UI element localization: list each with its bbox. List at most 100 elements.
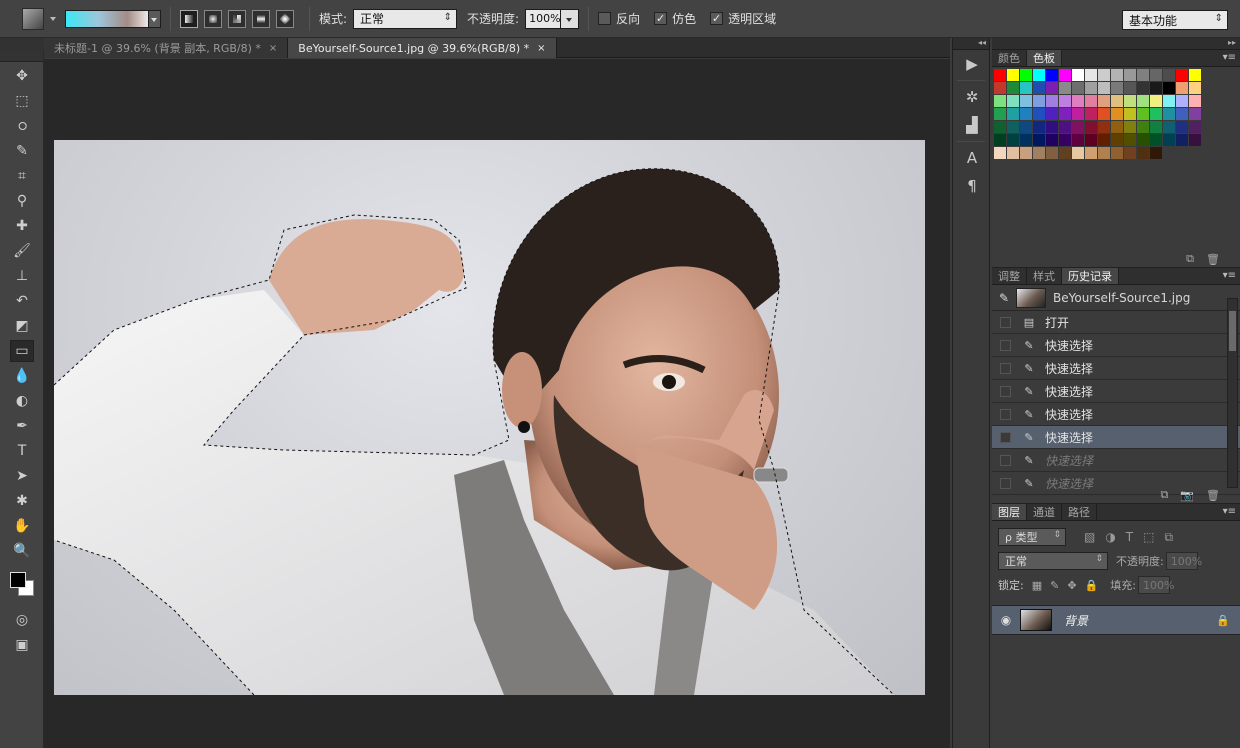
collapse-arrows-icon[interactable]: ◂◂ bbox=[953, 38, 989, 50]
dither-checkbox[interactable]: ✓ 仿色 bbox=[654, 10, 696, 27]
swatch[interactable] bbox=[1111, 121, 1123, 133]
swatch[interactable] bbox=[1033, 95, 1045, 107]
swatch[interactable] bbox=[1163, 95, 1175, 107]
tab-untitled-1[interactable]: 未标题-1 @ 39.6% (背景 副本, RGB/8) * × bbox=[44, 38, 289, 58]
history-source-checkbox[interactable] bbox=[1000, 408, 1011, 420]
tools-panel-header[interactable] bbox=[0, 50, 43, 62]
swatch[interactable] bbox=[994, 121, 1006, 133]
swatch[interactable] bbox=[1046, 82, 1058, 94]
history-source-checkbox[interactable] bbox=[1000, 431, 1011, 443]
swatch[interactable] bbox=[1072, 134, 1084, 146]
brush-tool-icon[interactable]: 🖌 bbox=[10, 240, 34, 262]
swatch[interactable] bbox=[1098, 82, 1110, 94]
reverse-checkbox[interactable]: 反向 bbox=[598, 10, 640, 27]
swatch[interactable] bbox=[1007, 134, 1019, 146]
swatch[interactable] bbox=[1176, 134, 1188, 146]
swatch[interactable] bbox=[1059, 121, 1071, 133]
scrollbar-thumb[interactable] bbox=[1229, 311, 1236, 351]
brush-presets-icon[interactable]: ✲ bbox=[953, 83, 991, 111]
swatch[interactable] bbox=[1033, 108, 1045, 120]
swatch[interactable] bbox=[1020, 82, 1032, 94]
hand-tool-icon[interactable]: ✋ bbox=[10, 515, 34, 537]
eraser-tool-icon[interactable]: ◩ bbox=[10, 315, 34, 337]
swatch[interactable] bbox=[1020, 108, 1032, 120]
history-state-row[interactable]: ✎ 快速选择 bbox=[992, 403, 1240, 426]
pen-tool-icon[interactable]: ✒ bbox=[10, 415, 34, 437]
swatch[interactable] bbox=[1163, 108, 1175, 120]
swatch[interactable] bbox=[1111, 82, 1123, 94]
quick-mask-icon[interactable]: ◎ bbox=[10, 609, 34, 631]
swatch[interactable] bbox=[1137, 95, 1149, 107]
swatch[interactable] bbox=[1189, 82, 1201, 94]
swatch[interactable] bbox=[1007, 95, 1019, 107]
marquee-tool-icon[interactable]: ⬚ bbox=[10, 90, 34, 112]
swatch[interactable] bbox=[1085, 147, 1097, 159]
layer-filter-select[interactable]: ρ 类型 bbox=[998, 528, 1066, 546]
reflected-gradient-button[interactable] bbox=[252, 9, 270, 28]
swatch[interactable] bbox=[1059, 147, 1071, 159]
swatch[interactable] bbox=[1150, 108, 1162, 120]
history-source-checkbox[interactable] bbox=[1000, 385, 1011, 397]
path-selection-tool-icon[interactable]: ➤ bbox=[10, 465, 34, 487]
layer-background[interactable]: ◉ 背景 🔒 bbox=[992, 605, 1240, 635]
tab-channels[interactable]: 通道 bbox=[1027, 504, 1062, 520]
swatch[interactable] bbox=[1137, 121, 1149, 133]
swatch[interactable] bbox=[1150, 147, 1162, 159]
swatch[interactable] bbox=[1033, 121, 1045, 133]
trash-icon[interactable]: 🗑 bbox=[1206, 489, 1220, 502]
mode-select[interactable]: 正常 bbox=[353, 8, 458, 29]
swatch[interactable] bbox=[1046, 134, 1058, 146]
swatch[interactable] bbox=[1098, 134, 1110, 146]
swatch[interactable] bbox=[1033, 134, 1045, 146]
history-state-row[interactable]: ✎ 快速选择 bbox=[992, 334, 1240, 357]
clone-stamp-tool-icon[interactable]: ⊥ bbox=[10, 265, 34, 287]
history-source-checkbox[interactable] bbox=[1000, 339, 1011, 351]
swatch[interactable] bbox=[1163, 134, 1175, 146]
transparency-checkbox[interactable]: ✓ 透明区域 bbox=[710, 10, 776, 27]
swatch[interactable] bbox=[1046, 69, 1058, 81]
history-state-row[interactable]: ✎ 快速选择 bbox=[992, 380, 1240, 403]
swatch[interactable] bbox=[1072, 121, 1084, 133]
swatch[interactable] bbox=[1007, 108, 1019, 120]
lock-icons[interactable]: ▦✎✥🔒 bbox=[1032, 579, 1107, 592]
swatch[interactable] bbox=[1150, 95, 1162, 107]
radial-gradient-button[interactable] bbox=[204, 9, 222, 28]
swatch[interactable] bbox=[1150, 121, 1162, 133]
swatch[interactable] bbox=[1124, 69, 1136, 81]
swatch[interactable] bbox=[1137, 82, 1149, 94]
swatch[interactable] bbox=[1163, 121, 1175, 133]
linear-gradient-button[interactable] bbox=[180, 9, 198, 28]
healing-brush-tool-icon[interactable]: ✚ bbox=[10, 215, 34, 237]
tab-color[interactable]: 颜色 bbox=[992, 50, 1027, 66]
canvas-area[interactable] bbox=[44, 59, 950, 748]
tab-adjustments[interactable]: 调整 bbox=[992, 268, 1027, 284]
swatch[interactable] bbox=[1150, 134, 1162, 146]
swatch[interactable] bbox=[1059, 82, 1071, 94]
filter-type-icons[interactable]: ▧◑T⬚⧉ bbox=[1084, 530, 1183, 545]
history-state-row[interactable]: ✎ 快速选择 bbox=[992, 449, 1240, 472]
swatch[interactable] bbox=[1072, 82, 1084, 94]
swatch[interactable] bbox=[1020, 95, 1032, 107]
swatch[interactable] bbox=[1111, 147, 1123, 159]
panel-menu-icon[interactable]: ▾≡ bbox=[1223, 506, 1236, 517]
quick-selection-tool-icon[interactable]: ✎ bbox=[10, 140, 34, 162]
swatch[interactable] bbox=[1124, 134, 1136, 146]
new-swatch-icon[interactable]: ⧉ bbox=[1186, 252, 1194, 266]
type-tool-icon[interactable]: T bbox=[10, 440, 34, 462]
toolbar-collapse-strip[interactable] bbox=[0, 38, 44, 50]
swatch[interactable] bbox=[1189, 69, 1201, 81]
swatch[interactable] bbox=[1059, 108, 1071, 120]
panel-menu-icon[interactable]: ▾≡ bbox=[1223, 52, 1236, 63]
swatch[interactable] bbox=[994, 82, 1006, 94]
tab-swatches[interactable]: 色板 bbox=[1027, 50, 1062, 66]
reverse-checkbox-box[interactable] bbox=[598, 12, 612, 25]
visibility-eye-icon[interactable]: ◉ bbox=[992, 613, 1020, 627]
swatch[interactable] bbox=[1020, 69, 1032, 81]
swatch[interactable] bbox=[1111, 108, 1123, 120]
swatch[interactable] bbox=[1059, 69, 1071, 81]
blend-mode-select[interactable]: 正常 bbox=[998, 552, 1108, 570]
swatch[interactable] bbox=[1163, 82, 1175, 94]
tab-history[interactable]: 历史记录 bbox=[1062, 268, 1119, 284]
swatch[interactable] bbox=[1046, 108, 1058, 120]
crop-tool-icon[interactable]: ⌗ bbox=[10, 165, 34, 187]
